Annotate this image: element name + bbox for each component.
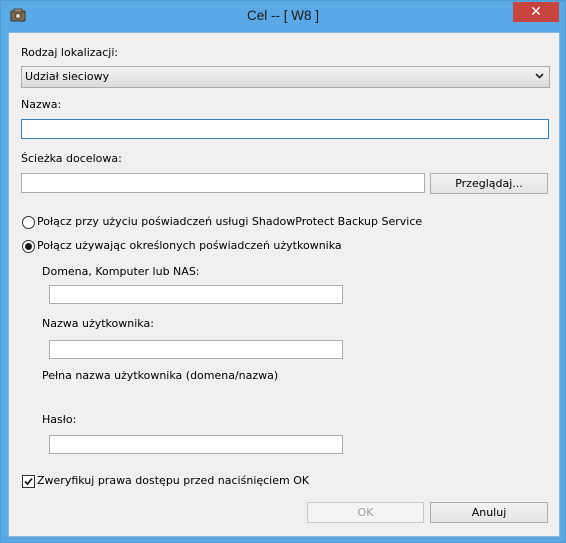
username-label: Nazwa użytkownika: <box>42 317 154 330</box>
password-label: Hasło: <box>42 413 77 426</box>
domain-input[interactable] <box>49 285 343 304</box>
close-button[interactable]: ✕ <box>513 2 559 22</box>
credentials-service-label[interactable]: Połącz przy użyciu poświadczeń usługi Sh… <box>37 215 422 228</box>
location-type-label: Rodzaj lokalizacji: <box>21 46 119 59</box>
cancel-button[interactable]: Anuluj <box>430 502 548 523</box>
name-input[interactable] <box>21 119 549 139</box>
fullname-label: Pełna nazwa użytkownika (domena/nazwa) <box>42 369 279 382</box>
verify-checkbox[interactable] <box>22 475 35 488</box>
credentials-user-label[interactable]: Połącz używając określonych poświadczeń … <box>37 239 342 252</box>
dialog-body: Rodzaj lokalizacji: Udział sieciowy Nazw… <box>8 32 560 537</box>
username-input[interactable] <box>49 340 343 359</box>
name-label: Nazwa: <box>21 98 62 111</box>
verify-label[interactable]: Zweryfikuj prawa dostępu przed naciśnięc… <box>37 474 309 487</box>
domain-label: Domena, Komputer lub NAS: <box>42 265 200 278</box>
ok-button[interactable]: OK <box>307 502 424 523</box>
credentials-user-radio[interactable] <box>22 240 35 253</box>
browse-button[interactable]: Przeglądaj... <box>430 173 548 194</box>
chevron-down-icon <box>535 73 544 79</box>
dialog-window: Cel -- [ W8 ] ✕ Rodzaj lokalizacji: Udzi… <box>0 0 566 543</box>
location-type-dropdown[interactable]: Udział sieciowy <box>21 66 550 88</box>
password-input[interactable] <box>49 435 343 454</box>
location-type-value: Udział sieciowy <box>25 70 110 83</box>
target-path-label: Ścieżka docelowa: <box>21 152 122 165</box>
credentials-service-radio[interactable] <box>22 216 35 229</box>
checkmark-icon <box>24 477 33 486</box>
title-bar[interactable]: Cel -- [ W8 ] ✕ <box>1 1 565 31</box>
target-path-input[interactable] <box>21 173 425 193</box>
window-title: Cel -- [ W8 ] <box>246 8 319 23</box>
close-icon: ✕ <box>530 4 542 20</box>
